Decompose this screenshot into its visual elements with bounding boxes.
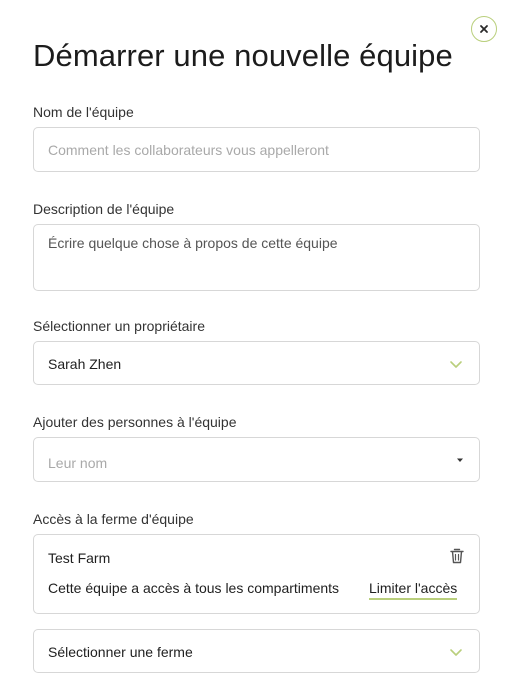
dialog-title: Démarrer une nouvelle équipe <box>33 38 453 73</box>
chevron-down-icon <box>450 649 462 656</box>
farm-name: Test Farm <box>48 550 111 566</box>
farm-access-description: Cette équipe a accès à tous les comparti… <box>48 580 340 596</box>
farm-access-label: Accès à la ferme d'équipe <box>33 511 194 527</box>
add-people-input[interactable]: Leur nom <box>33 437 480 482</box>
close-icon <box>480 25 488 33</box>
owner-selected-value: Sarah Zhen <box>48 356 122 372</box>
limit-access-link[interactable]: Limiter l'accès <box>369 579 458 600</box>
team-description-textarea[interactable]: Écrire quelque chose à propos de cette é… <box>33 224 480 291</box>
owner-select[interactable]: Sarah Zhen <box>33 341 480 385</box>
farm-access-card: Test Farm Cette équipe a accès à tous le… <box>33 534 480 614</box>
owner-label: Sélectionner un propriétaire <box>33 318 205 334</box>
team-description-label: Description de l'équipe <box>33 201 175 217</box>
select-farm-dropdown[interactable]: Sélectionner une ferme <box>33 629 480 673</box>
add-people-placeholder: Leur nom <box>48 455 108 471</box>
team-description-placeholder: Écrire quelque chose à propos de cette é… <box>48 235 338 251</box>
trash-icon[interactable] <box>449 547 465 565</box>
select-farm-value: Sélectionner une ferme <box>48 644 193 660</box>
team-name-placeholder: Comment les collaborateurs vous appeller… <box>48 142 329 158</box>
team-name-input[interactable]: Comment les collaborateurs vous appeller… <box>33 127 480 172</box>
team-name-label: Nom de l'équipe <box>33 104 134 120</box>
caret-down-icon[interactable] <box>455 455 465 465</box>
new-team-dialog: Démarrer une nouvelle équipe Nom de l'éq… <box>0 0 508 684</box>
chevron-down-icon <box>450 361 462 368</box>
add-people-label: Ajouter des personnes à l'équipe <box>33 414 237 430</box>
close-button[interactable] <box>471 16 497 42</box>
